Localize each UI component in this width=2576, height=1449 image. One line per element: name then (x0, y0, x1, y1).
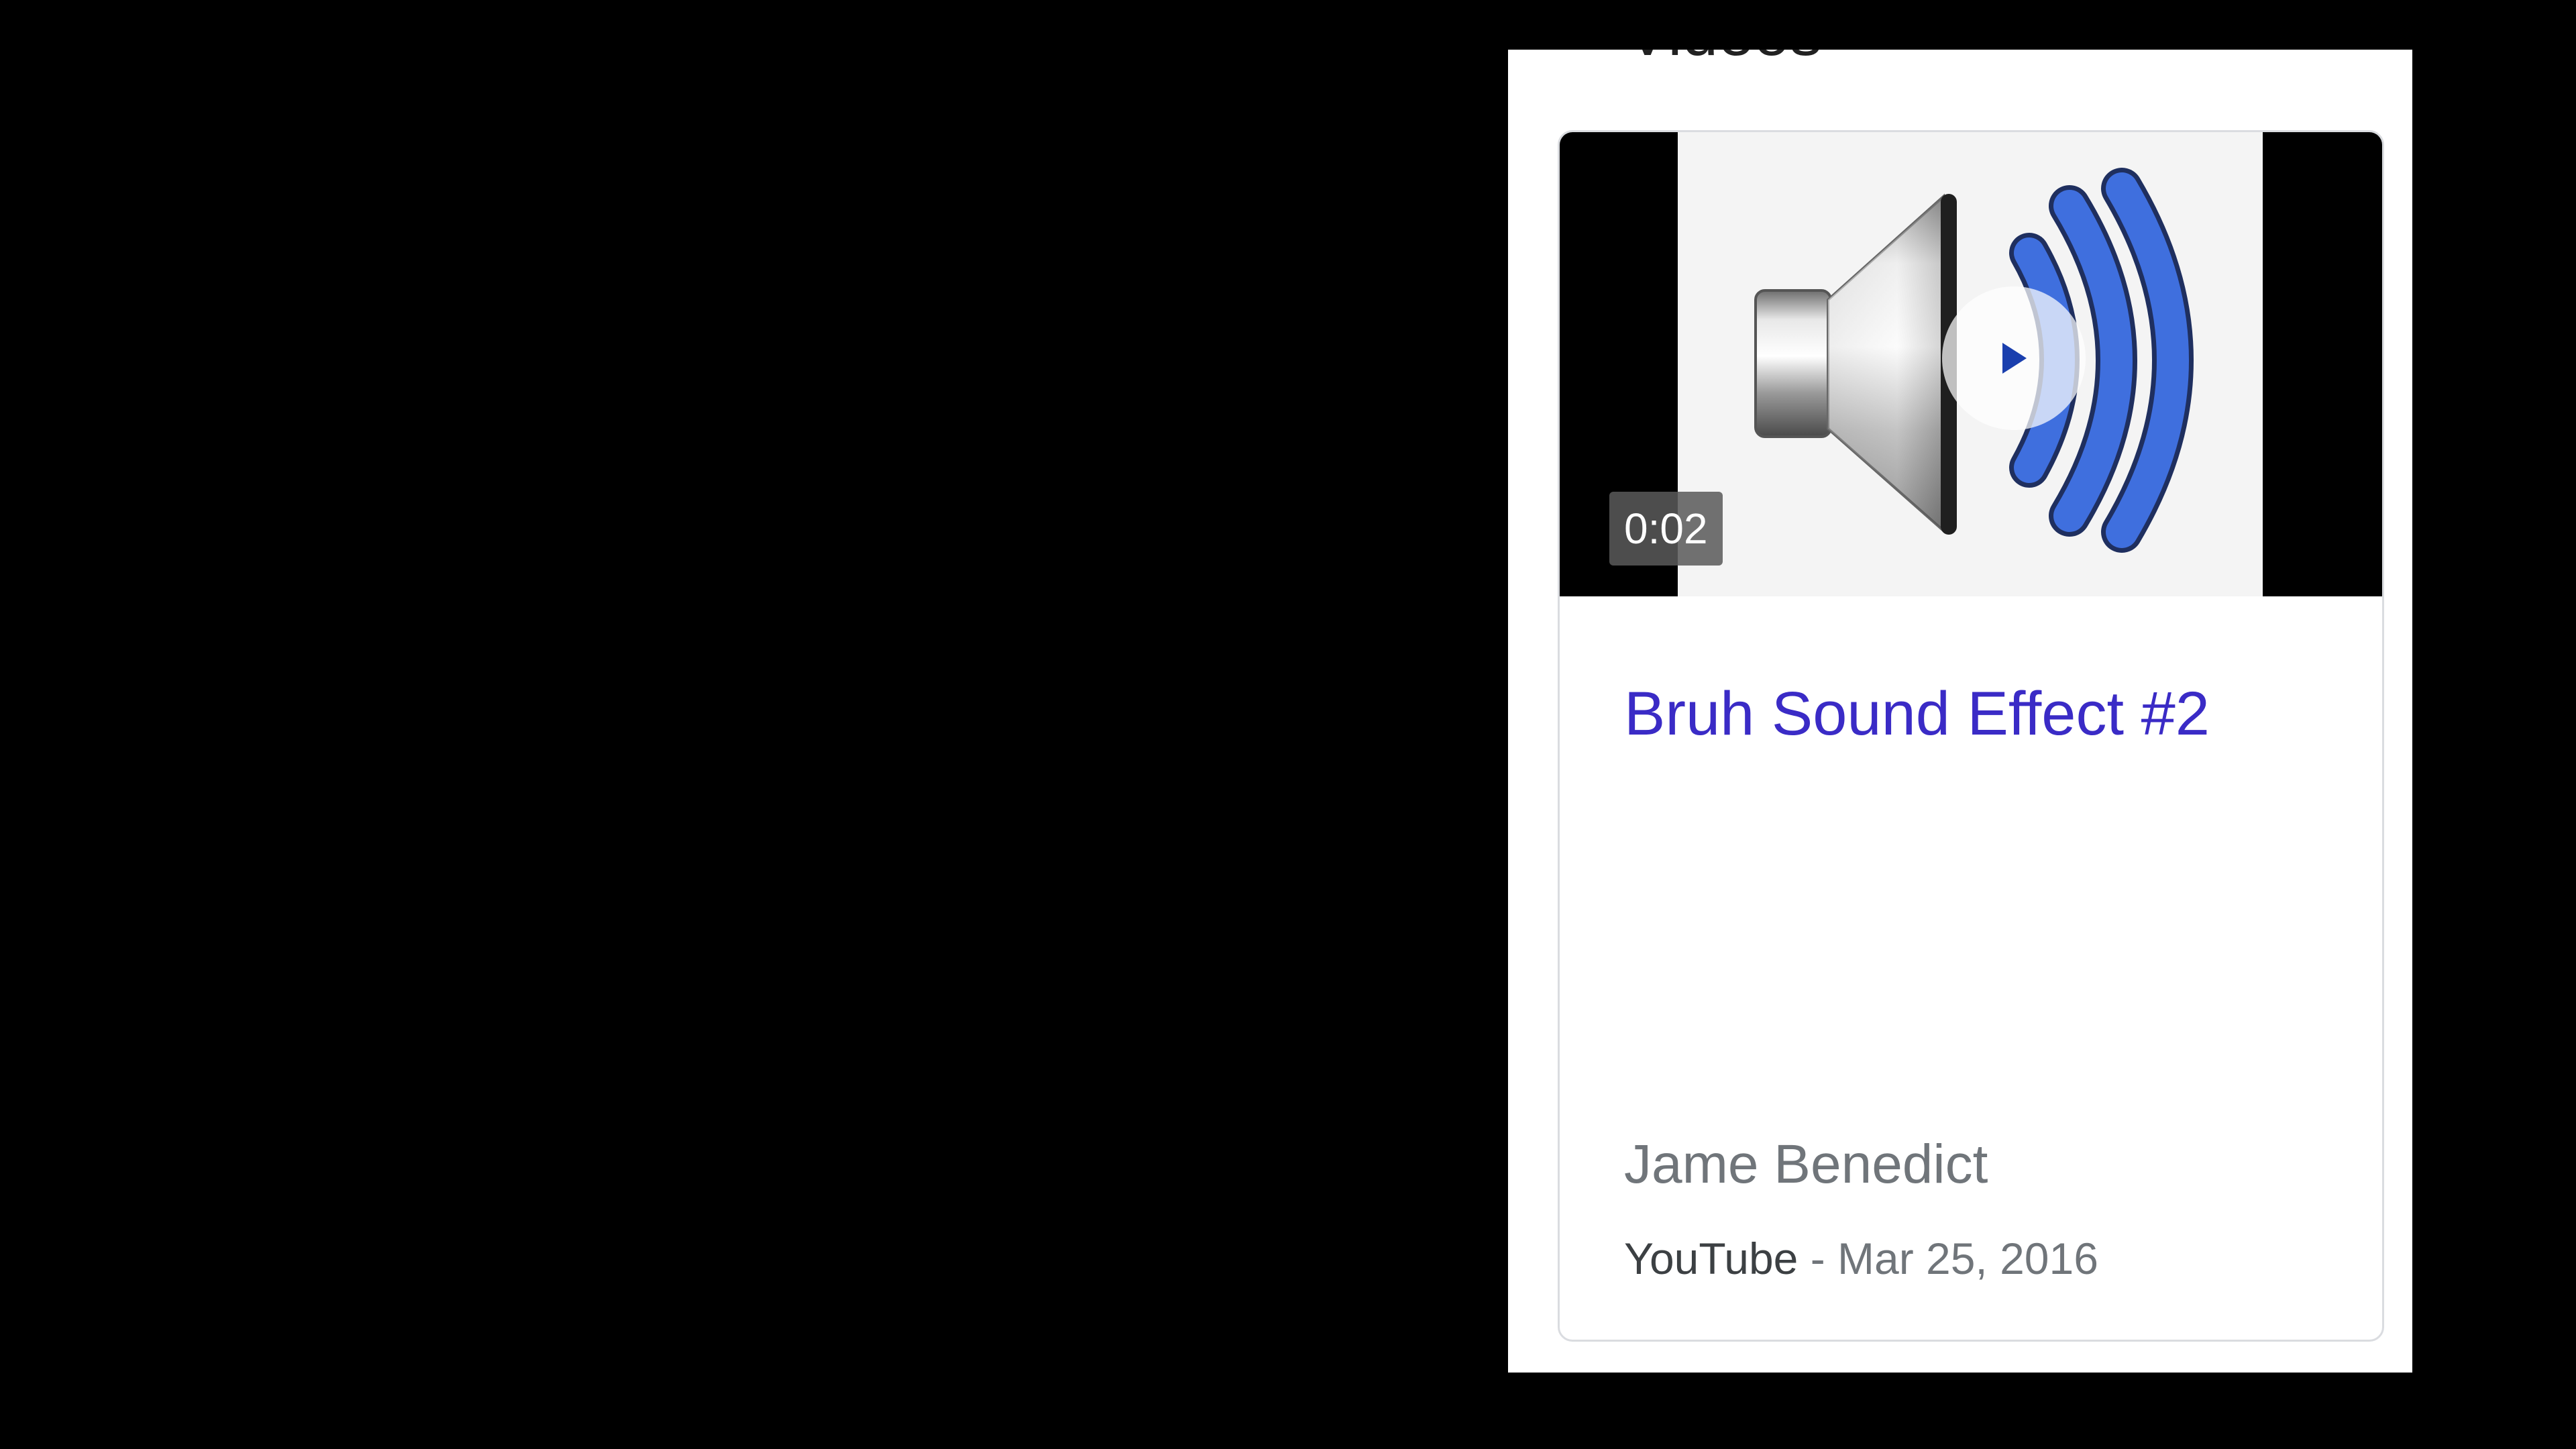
video-source: YouTube (1624, 1234, 1799, 1283)
video-thumbnail[interactable]: 0:02 (1560, 132, 2382, 596)
video-title-link[interactable]: Bruh Sound Effect #2 (1624, 669, 2228, 759)
play-icon (2002, 343, 2027, 374)
video-meta: YouTube - Mar 25, 2016 (1624, 1232, 2098, 1285)
video-card[interactable]: 0:02 Bruh Sound Effect #2 Jame Benedict … (1558, 130, 2384, 1342)
section-heading: Videos (1626, 50, 1822, 66)
meta-separator: - (1798, 1234, 1838, 1283)
videos-panel: Videos (1508, 50, 2412, 1373)
video-duration-badge: 0:02 (1609, 492, 1723, 566)
video-date: Mar 25, 2016 (1837, 1234, 2098, 1283)
screen: Videos (0, 0, 2576, 1449)
video-channel: Jame Benedict (1624, 1134, 1988, 1195)
play-button[interactable] (1942, 286, 2086, 430)
